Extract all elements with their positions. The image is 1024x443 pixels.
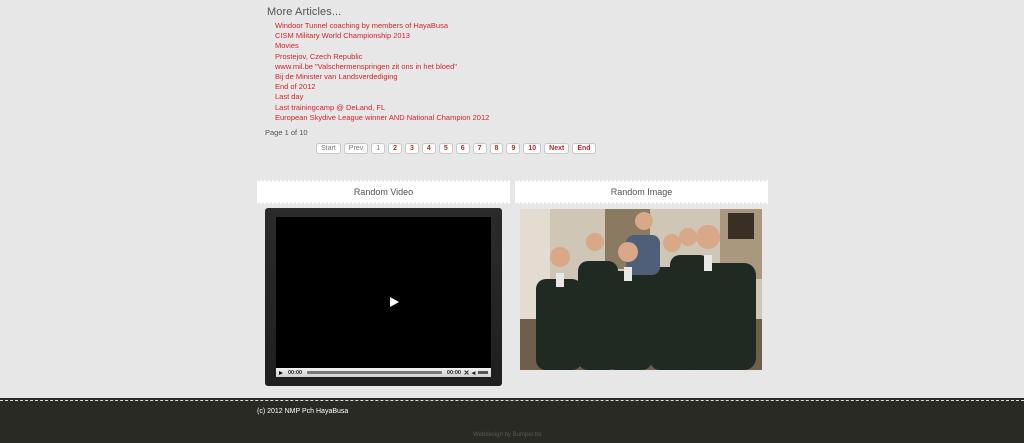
- pager-end-button[interactable]: End: [572, 143, 596, 154]
- webdesign-credit-link[interactable]: Webdesign by Bumper.be: [473, 432, 542, 438]
- pagination: Start Prev 1 2 3 4 5 6 7 8 9 10 Next End: [316, 143, 596, 154]
- article-link[interactable]: Windoor Tunnel coaching by members of Ha…: [275, 21, 489, 31]
- random-image[interactable]: [520, 209, 762, 370]
- article-link[interactable]: Movies: [275, 41, 489, 51]
- pager-page-8[interactable]: 8: [489, 143, 504, 154]
- pager-page-1[interactable]: 1: [371, 143, 386, 154]
- random-image-header: Random Image: [515, 180, 768, 204]
- video-controls: 00:00 00:00 ✕ ◂: [276, 368, 491, 377]
- article-link[interactable]: Last trainingcamp @ DeLand, FL: [275, 103, 489, 113]
- article-link[interactable]: End of 2012: [275, 82, 489, 92]
- pager-page-2[interactable]: 2: [388, 143, 403, 154]
- article-link[interactable]: European Skydive League winner AND Natio…: [275, 113, 489, 123]
- article-link[interactable]: Bij de Minister van Landsverdediging: [275, 72, 489, 82]
- pager-page-5[interactable]: 5: [438, 143, 453, 154]
- article-link[interactable]: CISM Military World Championship 2013: [275, 31, 489, 41]
- page-counter: Page 1 of 10: [265, 128, 308, 137]
- footer: (c) 2012 NMP Pch HayaBusa Webdesign by B…: [0, 398, 1024, 443]
- article-link[interactable]: Last day: [275, 92, 489, 102]
- pager-page-10[interactable]: 10: [523, 143, 542, 154]
- pager-page-4[interactable]: 4: [421, 143, 436, 154]
- volume-slider[interactable]: [478, 371, 488, 374]
- random-video-header: Random Video: [257, 180, 510, 204]
- pager-page-3[interactable]: 3: [405, 143, 419, 154]
- group-photo-image: [520, 209, 762, 370]
- play-pause-icon[interactable]: [279, 370, 283, 375]
- seek-bar[interactable]: [307, 371, 442, 374]
- total-time: 00:00: [446, 369, 461, 376]
- more-articles-title: More Articles...: [267, 6, 342, 18]
- pager-next-button[interactable]: Next: [544, 143, 570, 154]
- article-link[interactable]: Prostejov, Czech Republic: [275, 52, 489, 62]
- copyright-text: (c) 2012 NMP Pch HayaBusa: [257, 408, 349, 415]
- pager-prev-button[interactable]: Prev: [343, 143, 369, 154]
- pager-page-7[interactable]: 7: [472, 143, 487, 154]
- video-player: 00:00 00:00 ✕ ◂: [265, 208, 502, 386]
- pager-page-9[interactable]: 9: [506, 143, 521, 154]
- current-time: 00:00: [288, 369, 303, 376]
- pager-start-button[interactable]: Start: [316, 143, 341, 154]
- play-icon[interactable]: [390, 297, 399, 307]
- fullscreen-icon[interactable]: ✕: [463, 369, 470, 377]
- pager-page-6[interactable]: 6: [455, 143, 470, 154]
- article-link[interactable]: www.mil.be "Valschermenspringen zit ons …: [275, 62, 489, 72]
- volume-icon[interactable]: ◂: [470, 369, 477, 377]
- article-list: Windoor Tunnel coaching by members of Ha…: [275, 21, 489, 123]
- video-screen[interactable]: [276, 217, 491, 368]
